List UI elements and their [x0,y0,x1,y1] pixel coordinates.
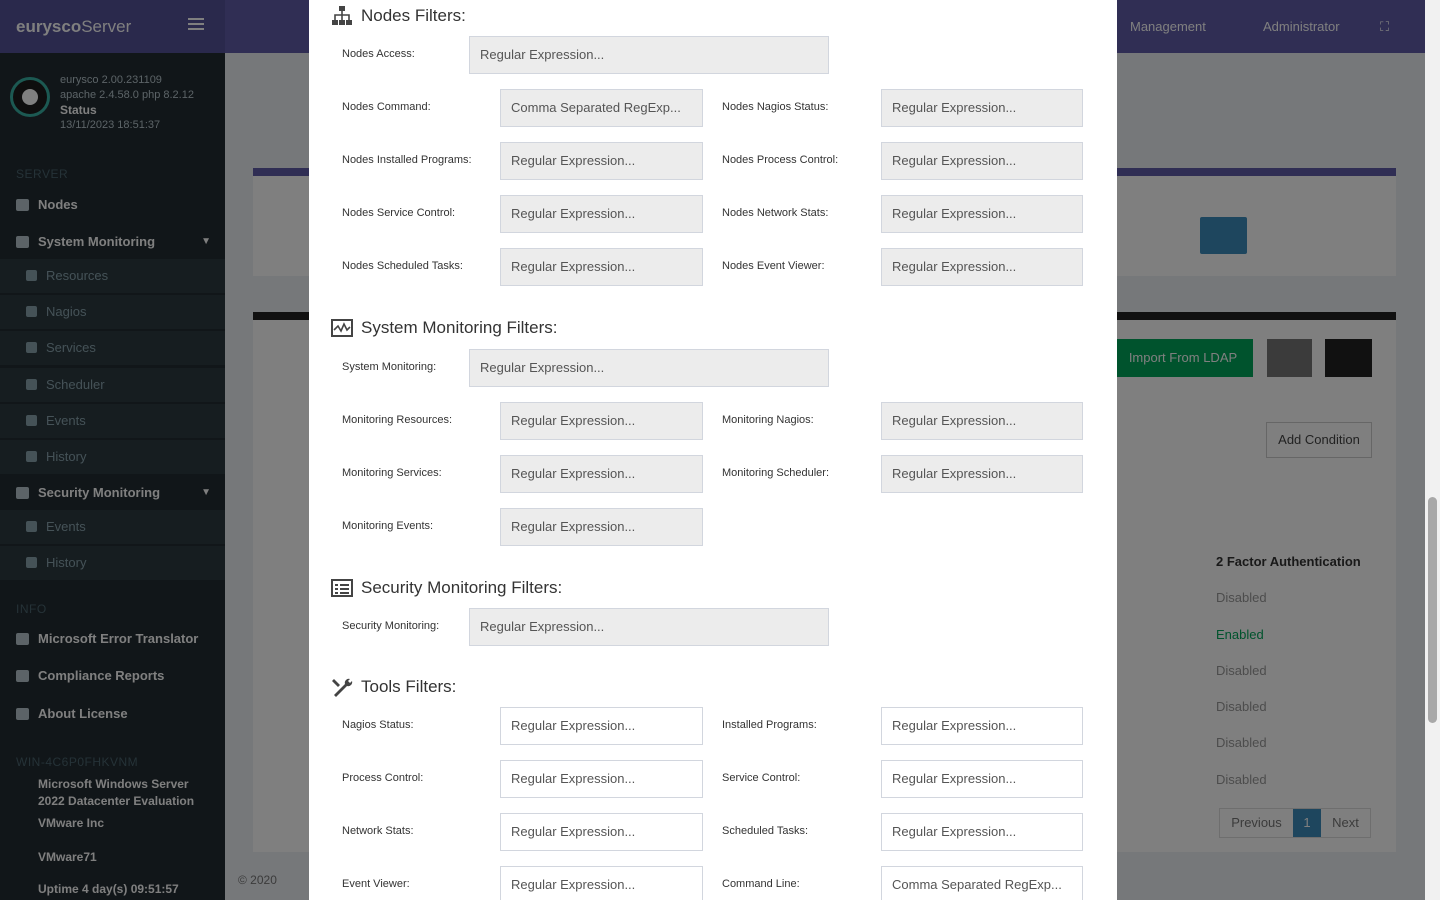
monitor-chart-icon [331,319,353,337]
nodes-event-viewer-input[interactable]: Regular Expression... [881,248,1083,286]
monitoring-nagios-input[interactable]: Regular Expression... [881,402,1083,440]
monitoring-resources-label: Monitoring Resources: [342,414,453,426]
tools-scheduled-tasks-label: Scheduled Tasks: [722,825,809,837]
nodes-installed-programs-label: Nodes Installed Programs: [342,154,472,166]
nodes-service-control-input[interactable]: Regular Expression... [500,195,703,233]
list-alt-icon [331,579,353,597]
nodes-nagios-status-input[interactable]: Regular Expression... [881,89,1083,127]
tools-command-line-input[interactable]: Comma Separated RegExp... [881,866,1083,900]
tools-scheduled-tasks-input[interactable]: Regular Expression... [881,813,1083,851]
nodes-scheduled-tasks-input[interactable]: Regular Expression... [500,248,703,286]
nodes-command-label: Nodes Command: [342,101,431,113]
tools-installed-programs-input[interactable]: Regular Expression... [881,707,1083,745]
system-monitoring-filters-title: System Monitoring Filters: [331,318,558,338]
monitoring-services-label: Monitoring Services: [342,467,442,479]
nodes-access-input[interactable]: Regular Expression... [469,36,829,74]
nodes-network-stats-input[interactable]: Regular Expression... [881,195,1083,233]
monitoring-services-input[interactable]: Regular Expression... [500,455,703,493]
nodes-process-control-label: Nodes Process Control: [722,154,839,166]
tools-installed-programs-label: Installed Programs: [722,719,817,731]
tools-service-control-input[interactable]: Regular Expression... [881,760,1083,798]
tools-process-control-label: Process Control: [342,772,424,784]
tools-nagios-status-label: Nagios Status: [342,719,414,731]
tools-network-stats-label: Network Stats: [342,825,414,837]
monitoring-events-label: Monitoring Events: [342,520,434,532]
nodes-nagios-status-label: Nodes Nagios Status: [722,101,829,113]
sitemap-icon [332,6,352,25]
tools-command-line-label: Command Line: [722,878,800,890]
nodes-event-viewer-label: Nodes Event Viewer: [722,260,825,272]
tools-service-control-label: Service Control: [722,772,801,784]
tools-filters-title: Tools Filters: [331,677,456,697]
monitoring-resources-input[interactable]: Regular Expression... [500,402,703,440]
tools-nagios-status-input[interactable]: Regular Expression... [500,707,703,745]
nodes-access-label: Nodes Access: [342,48,415,60]
monitoring-nagios-label: Monitoring Nagios: [722,414,814,426]
system-monitoring-input[interactable]: Regular Expression... [469,349,829,387]
scrollbar-thumb[interactable] [1428,497,1437,723]
monitoring-scheduler-input[interactable]: Regular Expression... [881,455,1083,493]
nodes-installed-programs-input[interactable]: Regular Expression... [500,142,703,180]
filters-modal: Nodes Filters: Nodes Access: Regular Exp… [309,0,1117,900]
system-monitoring-label: System Monitoring: [342,361,437,373]
tools-network-stats-input[interactable]: Regular Expression... [500,813,703,851]
nodes-network-stats-label: Nodes Network Stats: [722,207,829,219]
monitoring-scheduler-label: Monitoring Scheduler: [722,467,830,479]
tools-event-viewer-label: Event Viewer: [342,878,410,890]
tools-icon [332,678,353,697]
nodes-service-control-label: Nodes Service Control: [342,207,456,219]
tools-process-control-input[interactable]: Regular Expression... [500,760,703,798]
nodes-filters-title: Nodes Filters: [331,6,466,26]
nodes-command-input[interactable]: Comma Separated RegExp... [500,89,703,127]
security-monitoring-input[interactable]: Regular Expression... [469,608,829,646]
page-scrollbar[interactable] [1425,0,1440,900]
security-monitoring-filters-title: Security Monitoring Filters: [331,578,562,598]
nodes-process-control-input[interactable]: Regular Expression... [881,142,1083,180]
nodes-scheduled-tasks-label: Nodes Scheduled Tasks: [342,260,463,272]
monitoring-events-input[interactable]: Regular Expression... [500,508,703,546]
security-monitoring-label: Security Monitoring: [342,620,440,632]
tools-event-viewer-input[interactable]: Regular Expression... [500,866,703,900]
